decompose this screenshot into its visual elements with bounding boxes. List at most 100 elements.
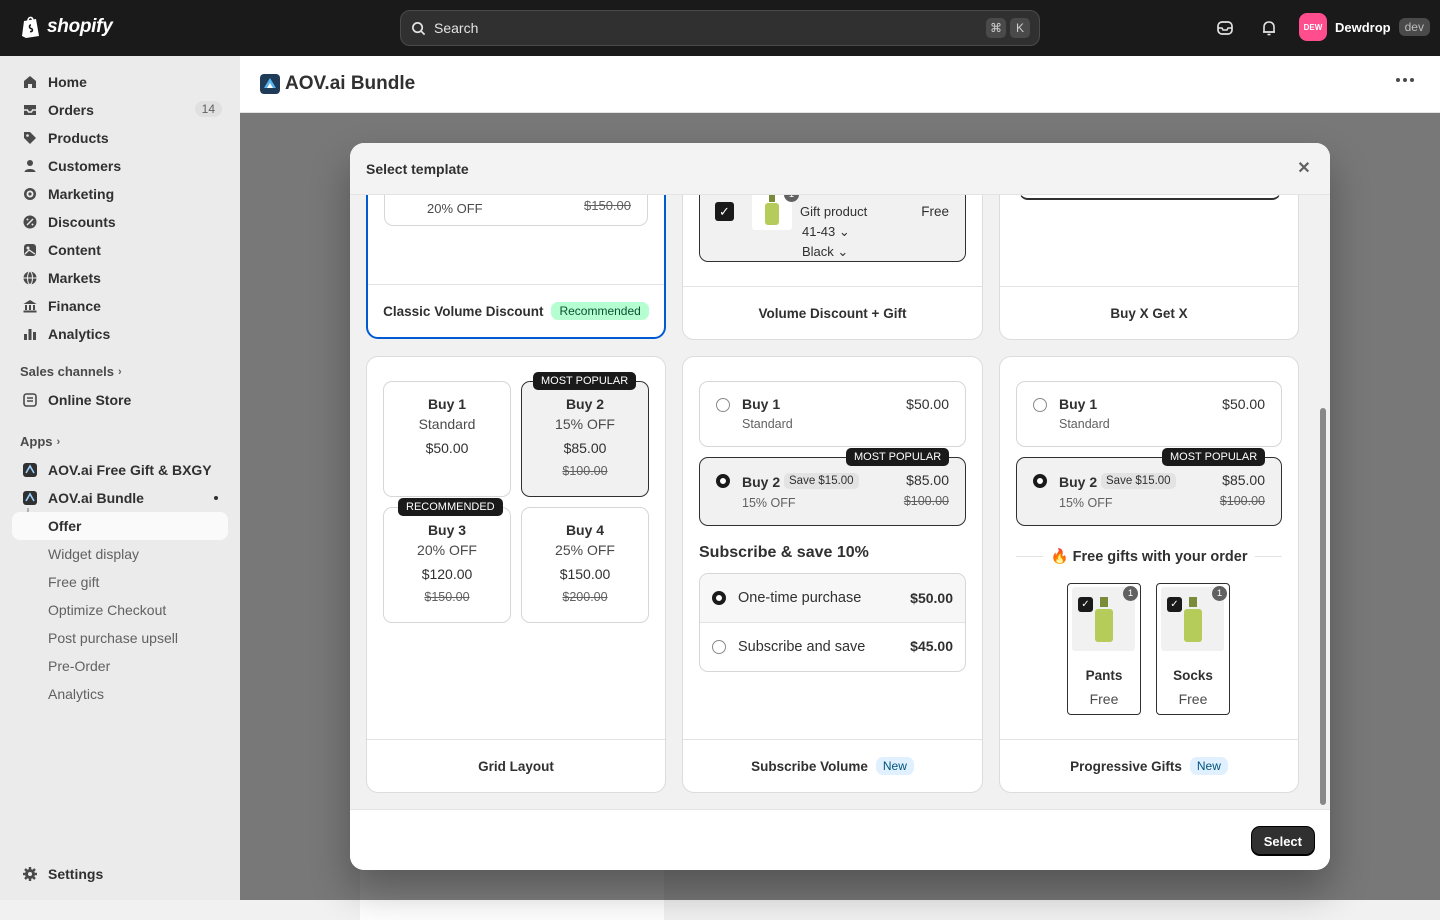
gear-icon	[23, 867, 37, 881]
gifts-heading-row: 🔥 Free gifts with your order	[1016, 546, 1283, 566]
aov-app-icon	[23, 491, 37, 505]
search-icon	[412, 21, 426, 35]
bottle-icon	[1095, 597, 1113, 642]
checkbox-icon[interactable]: ✓	[715, 202, 734, 221]
radio-selected-icon[interactable]	[1033, 474, 1047, 488]
globe-icon	[23, 270, 37, 286]
shopify-logo[interactable]: shopify	[20, 15, 113, 39]
gift-price: Free	[921, 204, 949, 219]
inbox-icon[interactable]	[1215, 18, 1235, 38]
new-badge: New	[1189, 757, 1228, 775]
recommended-tag: RECOMMENDED	[398, 498, 503, 516]
template-card-footer: Progressive Gifts New	[1000, 739, 1298, 792]
top-bar: shopify Search ⌘ K DEW Dewdrop dev	[0, 0, 1440, 56]
sidebar-item-label: AOV.ai Bundle	[48, 490, 144, 506]
radio-icon[interactable]	[1033, 398, 1047, 412]
divider	[1016, 555, 1043, 557]
subscribe-option[interactable]: Subscribe and save $45.00	[700, 623, 965, 672]
sidebar-item-products[interactable]: Products	[12, 124, 228, 152]
sidebar-item-customers[interactable]: Customers	[12, 152, 228, 180]
select-button[interactable]: Select	[1251, 827, 1314, 855]
sidebar-item-label: Orders	[48, 102, 94, 118]
option-old-price: $100.00	[1219, 494, 1265, 508]
subscribe-heading: Subscribe & save 10%	[699, 544, 869, 561]
sidebar-item-content[interactable]: Content	[12, 236, 228, 264]
radio-icon[interactable]	[712, 640, 726, 654]
more-actions-icon[interactable]	[1396, 78, 1414, 82]
template-card-subscribe[interactable]: Buy 1 Standard $50.00 Buy 2 Save $15.00 …	[682, 356, 983, 793]
size-select[interactable]: 41-43 ⌄	[802, 224, 850, 240]
close-icon[interactable]: ✕	[1296, 161, 1312, 177]
template-card-classic[interactable]: 20% OFF $150.00 Classic Volume Discount …	[366, 195, 666, 339]
checkbox-icon[interactable]: ✓	[1167, 597, 1182, 612]
sidebar-subitem-free-gift[interactable]: Free gift	[48, 574, 99, 590]
most-popular-tag: MOST POPULAR	[533, 372, 637, 390]
bell-icon[interactable]	[1259, 18, 1279, 38]
sidebar-subitem-optimize-checkout[interactable]: Optimize Checkout	[48, 602, 166, 618]
sidebar-item-markets[interactable]: Markets	[12, 264, 228, 292]
sidebar-item-app-bundle[interactable]: AOV.ai Bundle	[12, 484, 228, 512]
template-name: Grid Layout	[478, 758, 554, 774]
checkbox-icon[interactable]: ✓	[1078, 597, 1093, 612]
template-card-progressive[interactable]: Buy 1 Standard $50.00 Buy 2 Save $15.00 …	[999, 356, 1299, 793]
gift-price: Free	[1089, 691, 1119, 707]
option-sub: 15% OFF	[555, 416, 615, 432]
template-card-volume-gift[interactable]: ✓ 1 Gift product Free 41-43 ⌄ Black ⌄ Vo…	[682, 195, 983, 340]
recommended-badge: Recommended	[551, 302, 649, 320]
sidebar-subitem-offer[interactable]: Offer	[12, 512, 228, 540]
shopify-bag-icon	[22, 16, 39, 38]
sidebar-subitem-post-purchase[interactable]: Post purchase upsell	[48, 630, 178, 646]
store-icon	[23, 393, 37, 407]
sidebar-item-finance[interactable]: Finance	[12, 292, 228, 320]
progressive-option-buy1: Buy 1 Standard $50.00	[1016, 381, 1282, 447]
one-time-label: One-time purchase	[738, 590, 862, 606]
save-badge: Save $15.00	[784, 473, 859, 489]
grid-option-buy3: Buy 3 20% OFF $120.00 $150.00	[383, 507, 511, 623]
modal-scrollbar[interactable]	[1320, 408, 1326, 805]
option-sub: 15% OFF	[1059, 496, 1113, 510]
subscribe-option-buy2: Buy 2 Save $15.00 15% OFF $85.00 $100.00	[699, 457, 966, 526]
color-select[interactable]: Black ⌄	[802, 244, 848, 260]
chevron-down-icon: ⌄	[837, 244, 849, 259]
gift-item-pants: ✓ 1 Pants Free	[1067, 583, 1141, 715]
sidebar-item-settings[interactable]: Settings	[12, 860, 228, 888]
classic-preview-row: 20% OFF $150.00	[384, 195, 648, 226]
sidebar-item-orders[interactable]: Orders 14	[12, 96, 228, 124]
sidebar-subitem-analytics[interactable]: Analytics	[48, 686, 104, 702]
template-name: Subscribe Volume	[751, 758, 868, 774]
sales-channels-heading[interactable]: Sales channels ›	[20, 364, 122, 379]
sidebar-item-home[interactable]: Home	[12, 68, 228, 96]
purchase-type-group: One-time purchase $50.00 Subscribe and s…	[699, 573, 966, 672]
home-icon	[24, 76, 36, 88]
classic-preview-old-price: $150.00	[584, 198, 631, 213]
apps-heading[interactable]: Apps ›	[20, 434, 60, 449]
sidebar-item-label: AOV.ai Free Gift & BXGY	[48, 462, 212, 478]
template-name: Classic Volume Discount	[383, 303, 544, 319]
option-title: Buy 4	[565, 522, 605, 538]
template-card-bxgx[interactable]: Buy X Get X	[999, 195, 1299, 340]
radio-selected-icon[interactable]	[712, 591, 726, 605]
option-price: $50.00	[425, 440, 469, 456]
sidebar-item-analytics[interactable]: Analytics	[12, 320, 228, 348]
sidebar-subitem-widget-display[interactable]: Widget display	[48, 546, 139, 562]
modal-footer: Select	[350, 809, 1330, 870]
option-title: Buy 1	[427, 396, 467, 412]
new-badge: New	[875, 757, 914, 775]
option-old-price: $100.00	[562, 464, 608, 478]
sidebar-item-marketing[interactable]: Marketing	[12, 180, 228, 208]
bxgx-preview-row	[1019, 195, 1281, 200]
radio-icon[interactable]	[716, 398, 730, 412]
sidebar-item-app-free-gift[interactable]: AOV.ai Free Gift & BXGY	[12, 456, 228, 484]
one-time-option[interactable]: One-time purchase $50.00	[700, 574, 965, 623]
sidebar-item-discounts[interactable]: Discounts	[12, 208, 228, 236]
store-switcher[interactable]: DEW Dewdrop dev	[1299, 13, 1430, 41]
option-sub: Standard	[1059, 417, 1110, 431]
search-input[interactable]: Search ⌘ K	[400, 10, 1040, 46]
sidebar-item-label: Finance	[48, 298, 101, 314]
sidebar-item-online-store[interactable]: Online Store	[12, 386, 228, 414]
sidebar-subitem-pre-order[interactable]: Pre-Order	[48, 658, 110, 674]
shortcut-k-key: K	[1010, 18, 1030, 38]
select-template-modal: Select template ✕ 20% OFF $150.00 Classi…	[350, 143, 1330, 870]
radio-selected-icon[interactable]	[716, 474, 730, 488]
template-card-grid[interactable]: Buy 1 Standard $50.00 Buy 2 15% OFF $85.…	[366, 356, 666, 793]
